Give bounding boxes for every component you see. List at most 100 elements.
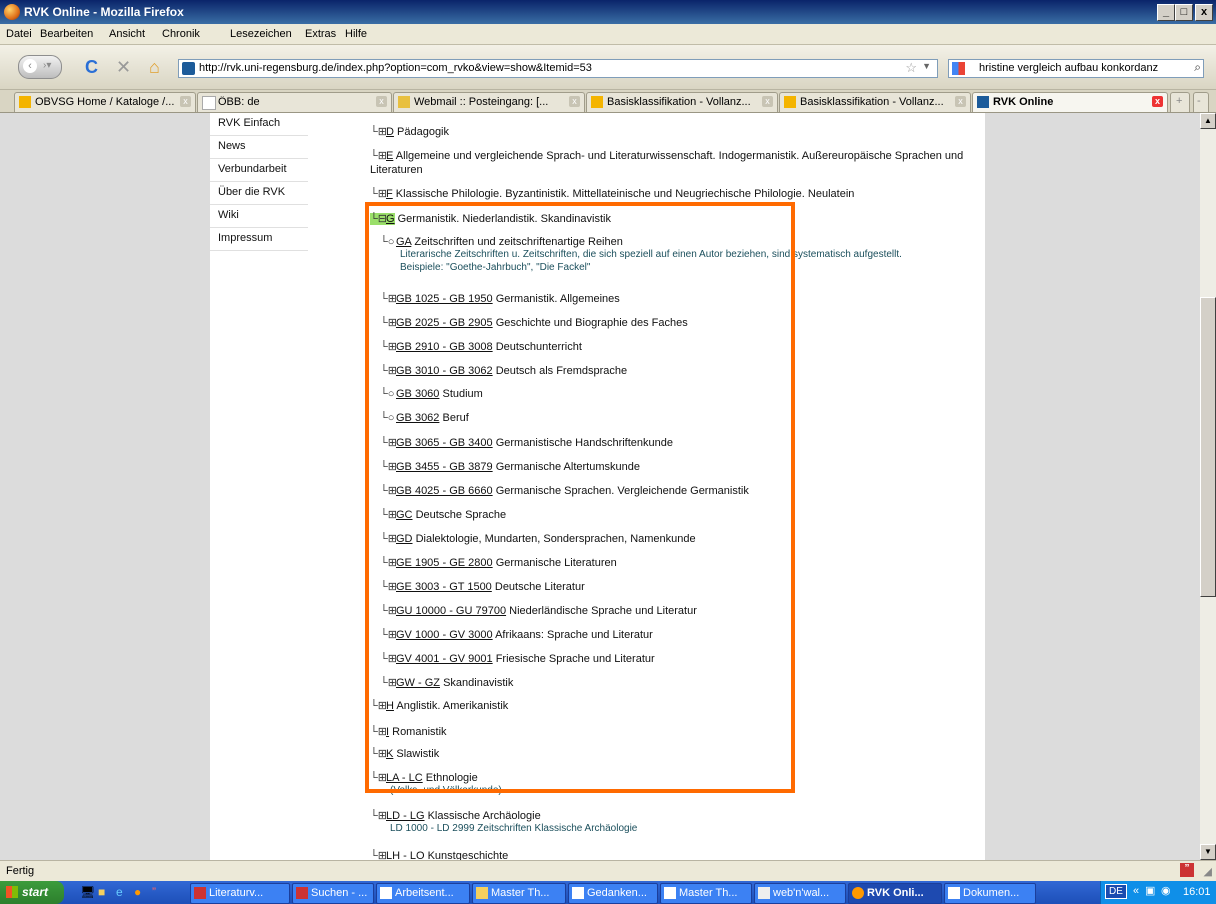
expand-icon[interactable]: └⊞ <box>380 340 397 353</box>
close-tab-icon[interactable]: x <box>376 96 387 107</box>
close-tab-icon[interactable]: x <box>569 96 580 107</box>
scroll-thumb[interactable] <box>1200 297 1216 597</box>
tree-node-code[interactable]: F <box>386 188 393 200</box>
taskbar-item[interactable]: Dokumen... <box>944 883 1036 904</box>
expand-icon[interactable]: └⊞ <box>380 292 397 305</box>
tree-node-code[interactable]: GD <box>396 533 413 545</box>
new-tab-button[interactable]: + <box>1170 92 1190 112</box>
quicklaunch-explorer-icon[interactable]: ■ <box>98 885 105 899</box>
tree-node-code[interactable]: H <box>386 700 394 712</box>
search-bar[interactable]: hristine vergleich aufbau konkordanz ⌕ <box>948 59 1204 78</box>
resize-grip-icon[interactable]: ◢ <box>1204 865 1212 878</box>
network-icon[interactable]: ▣ <box>1145 884 1155 897</box>
quicklaunch-ie-icon[interactable]: e <box>116 885 123 899</box>
language-indicator[interactable]: DE <box>1105 884 1127 899</box>
tree-node-code[interactable]: LH - LO <box>386 850 425 860</box>
expand-icon[interactable]: └⊞ <box>380 364 397 377</box>
maximize-button[interactable]: □ <box>1175 4 1193 21</box>
stop-icon[interactable]: ✕ <box>116 58 131 76</box>
expand-icon[interactable]: └⊞ <box>380 556 397 569</box>
quicklaunch-show-desktop-icon[interactable]: 🖥 <box>80 885 95 899</box>
tree-node-code[interactable]: GU 10000 - GU 79700 <box>396 605 506 617</box>
expand-icon[interactable]: └⊞ <box>370 149 387 163</box>
tree-node-code[interactable]: G <box>386 213 395 225</box>
tree-node-code[interactable]: LA - LC <box>386 772 423 784</box>
expand-icon[interactable]: └⊞ <box>370 187 387 200</box>
tab-basisklassifikation-1[interactable]: Basisklassifikation - Vollanz... x <box>586 92 778 112</box>
tree-node-code[interactable]: GB 3010 - GB 3062 <box>396 365 493 377</box>
close-tab-icon[interactable]: x <box>180 96 191 107</box>
start-button[interactable]: start <box>0 881 64 904</box>
expand-icon[interactable]: └⊞ <box>380 460 397 473</box>
volume-icon[interactable]: ◉ <box>1161 884 1171 897</box>
clock[interactable]: 16:01 <box>1183 886 1211 898</box>
home-icon[interactable]: ⌂ <box>149 58 160 76</box>
tree-node-code[interactable]: LD - LG <box>386 810 425 822</box>
expand-icon[interactable]: └⊞ <box>380 652 397 665</box>
expand-icon[interactable]: └⊞ <box>370 809 387 822</box>
forward-icon[interactable]: ›▾ <box>43 60 51 71</box>
scroll-down-icon[interactable]: ▼ <box>1200 844 1216 860</box>
url-dropdown-icon[interactable]: ▼ <box>922 61 931 71</box>
search-icon[interactable]: ⌕ <box>1194 60 1201 75</box>
minimize-button[interactable]: _ <box>1157 4 1175 21</box>
tab-webmail[interactable]: Webmail :: Posteingang: [... x <box>393 92 585 112</box>
taskbar-item-active[interactable]: RVK Onli... <box>848 883 942 904</box>
tree-node-code[interactable]: GB 1025 - GB 1950 <box>396 293 493 305</box>
expand-icon[interactable]: └⊞ <box>370 747 387 760</box>
tray-expand-icon[interactable]: « <box>1133 885 1139 897</box>
tree-node-code[interactable]: GW - GZ <box>396 677 440 689</box>
window-titlebar[interactable]: RVK Online - Mozilla Firefox _ □ x <box>0 0 1216 24</box>
menu-ansicht[interactable]: Ansicht <box>109 28 145 40</box>
expand-icon[interactable]: └⊞ <box>380 508 397 521</box>
menu-extras[interactable]: Extras <box>305 28 336 40</box>
search-input[interactable]: hristine vergleich aufbau konkordanz <box>979 62 1158 74</box>
tab-basisklassifikation-2[interactable]: Basisklassifikation - Vollanz... x <box>779 92 971 112</box>
expand-icon[interactable]: └⊞ <box>370 725 387 738</box>
tree-node-code[interactable]: GE 3003 - GT 1500 <box>396 581 492 593</box>
taskbar-item[interactable]: Gedanken... <box>568 883 658 904</box>
close-button[interactable]: x <box>1195 4 1213 21</box>
tree-node-code[interactable]: D <box>386 126 394 138</box>
tab-oebb[interactable]: ÖBB: de x <box>197 92 392 112</box>
expand-icon[interactable]: └⊞ <box>370 125 387 138</box>
menu-datei[interactable]: Datei <box>6 28 32 40</box>
tree-node-code[interactable]: E <box>386 150 393 162</box>
taskbar-item[interactable]: Literaturv... <box>190 883 290 904</box>
tree-node-code[interactable]: GB 3062 <box>396 412 439 424</box>
url-bar[interactable]: http://rvk.uni-regensburg.de/index.php?o… <box>178 59 938 78</box>
expand-icon[interactable]: └⊞ <box>380 532 397 545</box>
side-menu-ueber-rvk[interactable]: Über die RVK <box>210 182 308 205</box>
menu-hilfe[interactable]: Hilfe <box>345 28 367 40</box>
tree-node-code[interactable]: GB 3455 - GB 3879 <box>396 461 493 473</box>
vertical-scrollbar[interactable]: ▲ ▼ <box>1200 113 1216 860</box>
menu-bearbeiten[interactable]: Bearbeiten <box>40 28 93 40</box>
expand-icon[interactable]: └⊞ <box>380 604 397 617</box>
collapse-icon[interactable]: └⊟ <box>370 212 387 225</box>
expand-icon[interactable]: └⊞ <box>380 580 397 593</box>
tree-node-code[interactable]: GA <box>396 236 411 248</box>
tree-node-code[interactable]: GV 4001 - GV 9001 <box>396 653 493 665</box>
tree-node-code[interactable]: GB 2910 - GB 3008 <box>396 341 493 353</box>
close-tab-icon[interactable]: x <box>955 96 966 107</box>
taskbar-item[interactable]: Suchen - ... <box>292 883 374 904</box>
tree-node-code[interactable]: GB 3065 - GB 3400 <box>396 437 493 449</box>
tree-node-code[interactable]: GE 1905 - GE 2800 <box>396 557 493 569</box>
google-search-engine-icon[interactable] <box>952 62 965 75</box>
side-menu-rvk-einfach[interactable]: RVK Einfach <box>210 113 308 136</box>
close-tab-icon[interactable]: x <box>762 96 773 107</box>
menu-chronik[interactable]: Chronik <box>162 28 200 40</box>
tree-node-code[interactable]: GB 4025 - GB 6660 <box>396 485 493 497</box>
expand-icon[interactable]: └⊞ <box>370 771 387 784</box>
tree-node-code[interactable]: GB 3060 <box>396 388 439 400</box>
back-icon[interactable]: ‹ <box>23 59 37 73</box>
back-forward-buttons[interactable]: ‹ ›▾ <box>18 55 62 79</box>
taskbar-item[interactable]: web'n'wal... <box>754 883 846 904</box>
tree-node-code[interactable]: GC <box>396 509 413 521</box>
tree-node-code[interactable]: K <box>386 748 393 760</box>
taskbar-item[interactable]: Arbeitsent... <box>376 883 470 904</box>
tab-rvk-online[interactable]: RVK Online x <box>972 92 1168 112</box>
side-menu-impressum[interactable]: Impressum <box>210 228 308 251</box>
quicklaunch-addon-icon[interactable]: ” <box>152 885 156 899</box>
expand-icon[interactable]: └⊞ <box>380 316 397 329</box>
